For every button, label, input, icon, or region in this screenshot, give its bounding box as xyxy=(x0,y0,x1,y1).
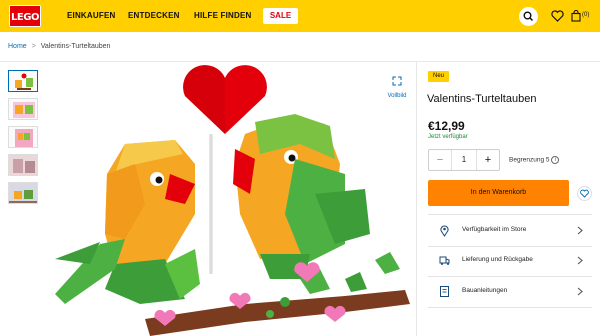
info-row-instructions[interactable]: Bauanleitungen xyxy=(428,277,592,307)
right-lovebird xyxy=(233,114,370,279)
main-product-image[interactable] xyxy=(45,64,415,336)
info-row-store-availability[interactable]: Verfügbarkeit im Store xyxy=(428,216,592,246)
product-price: €12,99 xyxy=(428,119,465,133)
info-row-delivery[interactable]: Lieferung und Rückgabe xyxy=(428,246,592,276)
thumbnail-3[interactable] xyxy=(8,126,38,148)
breadcrumb-home[interactable]: Home xyxy=(8,43,27,50)
info-row-label: Bauanleitungen xyxy=(462,287,508,294)
quantity-input[interactable]: 1 xyxy=(451,150,477,170)
breadcrumb-current: Valentins-Turteltauben xyxy=(40,43,111,50)
quantity-decrease-button[interactable]: − xyxy=(429,150,451,170)
quantity-limit: Begrenzung 5i xyxy=(509,156,560,164)
fullscreen-button[interactable]: Vollbild xyxy=(384,73,410,99)
new-badge: Neu xyxy=(428,71,450,82)
thumbnail-2[interactable] xyxy=(8,98,38,120)
info-icon[interactable]: i xyxy=(551,156,560,164)
fullscreen-icon xyxy=(392,76,402,86)
thumbnail-5[interactable] xyxy=(8,182,38,204)
instructions-icon xyxy=(440,286,449,297)
logo-text: LEGO xyxy=(11,12,39,23)
nav-entdecken[interactable]: ENTDECKEN xyxy=(128,11,180,20)
fullscreen-label: Vollbild xyxy=(387,93,407,99)
delivery-icon xyxy=(439,256,450,265)
nav-hilfe-finden[interactable]: HILFE FINDEN xyxy=(194,11,252,20)
thumbnail-4[interactable] xyxy=(8,154,38,176)
info-row-label: Verfügbarkeit im Store xyxy=(462,226,527,233)
heart-icon[interactable] xyxy=(551,10,564,22)
breadcrumb-separator: > xyxy=(31,43,36,50)
breadcrumb: Home > Valentins-Turteltauben xyxy=(8,43,110,50)
quantity-increase-button[interactable]: + xyxy=(477,150,499,170)
heart-icon xyxy=(580,189,589,198)
info-row-divider xyxy=(428,214,592,215)
top-navigation-bar: LEGO EINKAUFEN ENTDECKEN HILFE FINDEN SA… xyxy=(0,0,600,32)
product-title: Valentins-Turteltauben xyxy=(427,93,537,105)
chevron-right-icon xyxy=(577,226,583,235)
chevron-right-icon xyxy=(577,256,583,265)
sale-button[interactable]: SALE xyxy=(263,8,298,24)
breadcrumb-divider xyxy=(0,61,600,62)
nav-einkaufen[interactable]: EINKAUFEN xyxy=(67,11,115,20)
add-to-cart-button[interactable]: In den Warenkorb xyxy=(428,180,569,206)
bag-icon[interactable] xyxy=(571,10,581,22)
left-lovebird xyxy=(55,140,200,304)
search-button[interactable] xyxy=(519,7,538,26)
thumbnail-1[interactable] xyxy=(8,70,38,92)
info-row-divider xyxy=(428,307,592,308)
chevron-right-icon xyxy=(577,287,583,296)
quantity-stepper: − 1 + xyxy=(428,149,500,171)
info-row-label: Lieferung und Rückgabe xyxy=(462,256,533,263)
location-pin-icon xyxy=(440,225,449,237)
availability-status: Jetzt verfügbar xyxy=(428,134,468,140)
search-icon xyxy=(523,11,534,22)
quantity-limit-label: Begrenzung 5 xyxy=(509,156,550,164)
panel-divider xyxy=(416,62,417,336)
lego-logo[interactable]: LEGO xyxy=(7,3,43,29)
wishlist-button[interactable] xyxy=(577,186,592,201)
bag-count: (0) xyxy=(582,12,590,18)
